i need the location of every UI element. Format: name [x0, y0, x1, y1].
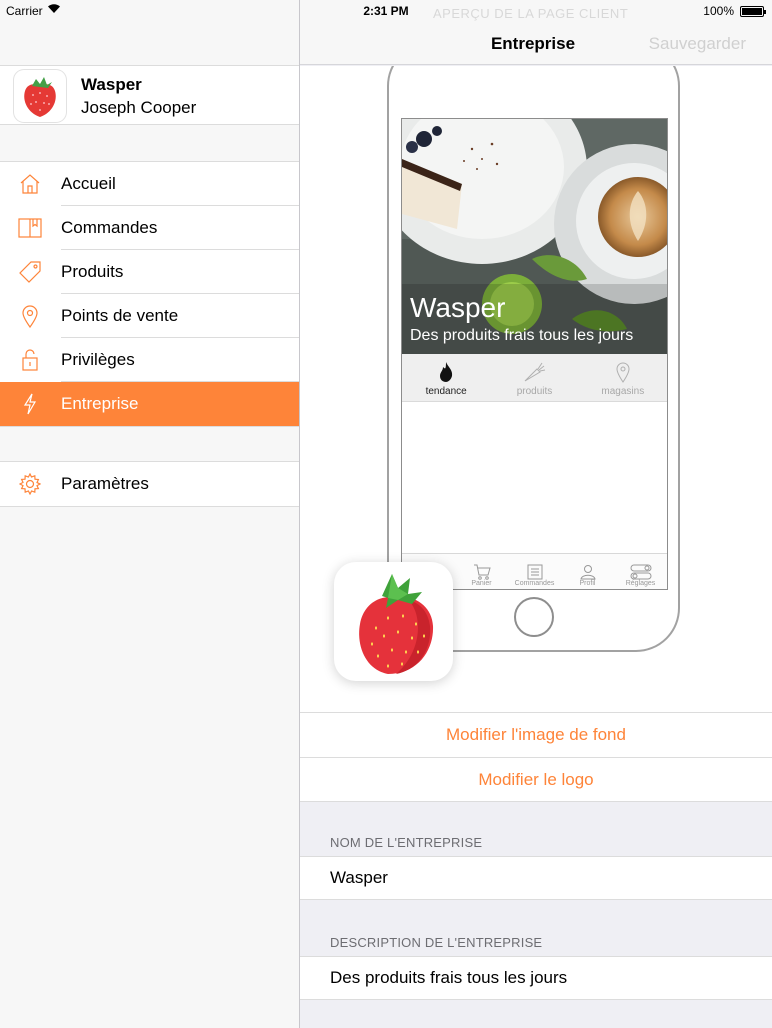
- company-name: Wasper: [81, 75, 142, 94]
- sidebar-item-label: Commandes: [61, 206, 299, 250]
- profile-icon: [579, 565, 596, 580]
- tab-tendance[interactable]: tendance: [402, 354, 490, 401]
- location-pin-icon: [616, 362, 630, 383]
- bottom-tab-label: Réglages: [625, 580, 656, 587]
- tag-icon: [0, 260, 61, 284]
- status-time: 2:31 PM: [363, 4, 409, 18]
- save-button[interactable]: Sauvegarder: [649, 34, 746, 54]
- phone-home-button: [514, 597, 554, 637]
- bottom-tab-label: Panier: [471, 580, 492, 587]
- hero-image[interactable]: Wasper Des produits frais tous les jours: [402, 119, 667, 354]
- lightning-icon: [0, 393, 61, 415]
- user-name: Joseph Cooper: [81, 98, 197, 117]
- company-description-field[interactable]: Des produits frais tous les jours: [300, 956, 772, 1000]
- toggle-icon: [630, 564, 651, 580]
- detail-pane: APERÇU DE LA PAGE CLIENT Entreprise Sauv…: [300, 0, 772, 1028]
- company-name-field[interactable]: Wasper: [300, 856, 772, 900]
- tab-magasins[interactable]: magasins: [579, 354, 667, 401]
- bottom-tab-reglages[interactable]: Réglages: [614, 554, 667, 589]
- sidebar-item-label: Paramètres: [61, 474, 149, 493]
- sidebar-item-points-de-vente[interactable]: Points de vente: [0, 294, 299, 338]
- tab-produits[interactable]: produits: [490, 354, 578, 401]
- orders-icon: [0, 217, 61, 239]
- sidebar-item-label: Privilèges: [61, 338, 299, 382]
- list-icon: [527, 564, 542, 580]
- sidebar-menu: Accueil Commandes Produits Points de ven…: [0, 161, 299, 427]
- hero-subtitle: Des produits frais tous les jours: [410, 327, 634, 344]
- company-logo: [14, 70, 66, 122]
- flame-icon: [440, 362, 453, 382]
- tab-label: produits: [516, 386, 553, 397]
- carrot-icon: [525, 362, 546, 382]
- bottom-tab-label: Commandes: [514, 580, 555, 587]
- tab-label: magasins: [601, 386, 645, 397]
- bottom-tab-panier[interactable]: Panier: [455, 554, 508, 589]
- battery-icon: [740, 6, 766, 17]
- cart-icon: [473, 564, 491, 580]
- sidebar-item-entreprise[interactable]: Entreprise: [0, 382, 299, 426]
- bottom-tab-label: Profil: [579, 580, 596, 587]
- hero-title: Wasper: [410, 292, 506, 323]
- logo-preview[interactable]: [334, 562, 453, 681]
- tab-label: tendance: [425, 386, 467, 397]
- sidebar-item-accueil[interactable]: Accueil: [0, 162, 299, 206]
- sidebar-item-label: Entreprise: [61, 394, 139, 413]
- battery-percentage: 100%: [703, 4, 734, 18]
- sidebar-item-privileges[interactable]: Privilèges: [0, 338, 299, 382]
- sidebar-item-label: Accueil: [61, 162, 299, 206]
- image-actions: Modifier l'image de fond Modifier le log…: [300, 712, 772, 802]
- change-background-button[interactable]: Modifier l'image de fond: [300, 713, 772, 757]
- home-icon: [0, 173, 61, 195]
- company-name-header: NOM DE L'ENTREPRISE: [330, 835, 483, 850]
- phone-screen: Wasper Des produits frais tous les jours…: [401, 118, 668, 590]
- sidebar-settings-menu: Paramètres: [0, 461, 299, 507]
- sidebar-item-label: Produits: [61, 250, 299, 294]
- change-logo-button[interactable]: Modifier le logo: [300, 757, 772, 801]
- sidebar: Wasper Joseph Cooper Accueil Commandes P…: [0, 0, 300, 1028]
- status-bar: Carrier 2:31 PM 100%: [0, 0, 772, 22]
- gear-icon: [0, 473, 61, 495]
- client-page-preview: Wasper Des produits frais tous les jours…: [300, 66, 772, 712]
- profile-header[interactable]: Wasper Joseph Cooper: [0, 65, 299, 125]
- sidebar-item-produits[interactable]: Produits: [0, 250, 299, 294]
- location-pin-icon: [0, 304, 61, 328]
- company-description-header: DESCRIPTION DE L'ENTREPRISE: [330, 935, 543, 950]
- sidebar-item-label: Points de vente: [61, 294, 299, 338]
- sidebar-item-commandes[interactable]: Commandes: [0, 206, 299, 250]
- lock-icon: [0, 348, 61, 372]
- sidebar-item-parametres[interactable]: Paramètres: [0, 462, 299, 506]
- bottom-tab-profil[interactable]: Profil: [561, 554, 614, 589]
- preview-tabs: tendance produits magasins: [402, 354, 667, 402]
- bottom-tab-commandes[interactable]: Commandes: [508, 554, 561, 589]
